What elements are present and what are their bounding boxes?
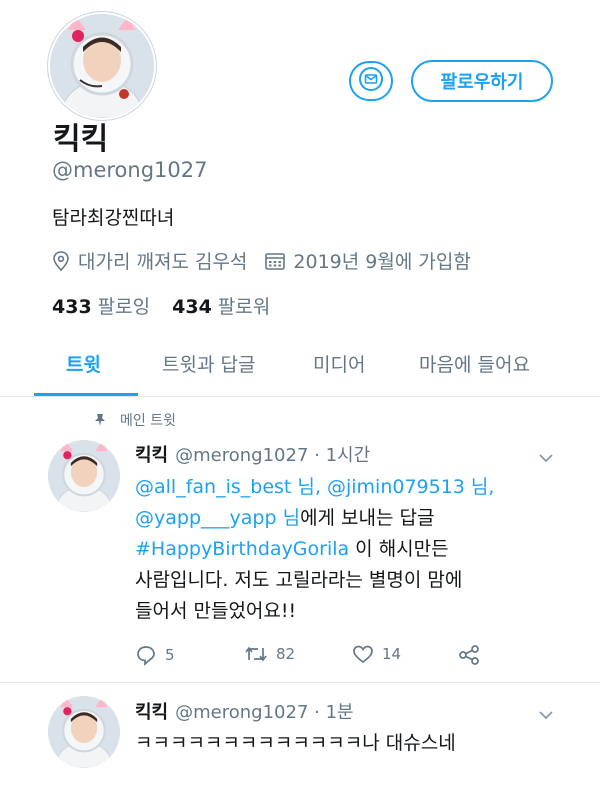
tweet-actions: 5 82 14 <box>135 644 495 670</box>
reply-to-line-2: @yapp___yapp 님에게 보내는 답글 <box>135 503 555 534</box>
mention-link[interactable]: @yapp___yapp <box>135 507 277 529</box>
tweet-time: · 1분 <box>314 702 354 723</box>
share-button[interactable] <box>458 644 480 666</box>
profile-name: 킥킥 <box>53 122 109 157</box>
like-count: 14 <box>382 645 402 663</box>
tweet-author-name: 킥킥 <box>135 702 169 723</box>
chevron-down-icon[interactable] <box>538 448 554 467</box>
tweet-time: · 1시간 <box>314 445 371 466</box>
followers-count: 434 <box>172 296 212 318</box>
tweet-author-handle: @merong1027 <box>175 445 309 466</box>
following-label: 팔로잉 <box>97 296 151 318</box>
profile-joined: 2019년 9월에 가입함 <box>293 251 471 273</box>
chevron-down-icon[interactable] <box>538 705 554 724</box>
tab-media[interactable]: 미디어 <box>313 350 365 377</box>
message-button[interactable] <box>349 61 393 101</box>
profile-bio: 탐라최강찐따녀 <box>52 207 175 229</box>
tweet-header: 킥킥 @merong1027 · 1분 <box>135 698 354 724</box>
cropped-header-strip <box>55 0 325 7</box>
following-link[interactable]: 433 팔로잉 <box>52 292 150 319</box>
tweet-text-line-1: #HappyBirthdayGorila 이 해시만든 <box>135 534 555 565</box>
mention-sep: 님, <box>464 476 495 498</box>
mention-sep: 님 <box>276 507 301 529</box>
profile-avatar[interactable] <box>48 12 156 120</box>
tweet-header: 킥킥 @merong1027 · 1시간 <box>135 441 370 467</box>
follow-counts: 433 팔로잉 434 팔로워 <box>52 292 270 319</box>
tweet-text-line-2: 사람입니다. 저도 고릴라라는 별명이 맘에 <box>135 569 463 591</box>
following-count: 433 <box>52 296 92 318</box>
profile-tabs: 트윗 트윗과 답글 미디어 마음에 들어요 <box>0 342 600 397</box>
location-pin-icon <box>52 250 70 271</box>
retweet-icon <box>244 644 268 664</box>
reply-icon <box>135 644 157 666</box>
reply-button[interactable]: 5 <box>135 644 175 666</box>
reply-count: 5 <box>165 646 175 664</box>
tweet-text: 이 해시만든 <box>349 538 449 560</box>
mail-icon <box>358 66 384 96</box>
tweet-text-line-3: 들어서 만들었어요!! <box>135 600 297 622</box>
like-button[interactable]: 14 <box>352 644 401 664</box>
followers-link[interactable]: 434 팔로워 <box>172 292 270 319</box>
tweet-avatar[interactable] <box>48 440 120 512</box>
tab-likes[interactable]: 마음에 들어요 <box>419 350 530 377</box>
tweet-text: ㅋㅋㅋㅋㅋㅋㅋㅋㅋㅋㅋㅋㅋ나 대슈스네 <box>135 732 456 754</box>
profile-location: 대가리 깨져도 김우석 <box>78 251 248 273</box>
follow-button[interactable]: 팔로우하기 <box>411 60 553 102</box>
active-tab-indicator <box>34 393 138 396</box>
mention-link[interactable]: @all_fan_is_best <box>135 476 291 498</box>
tweet-body: @all_fan_is_best 님, @jimin079513 님, @yap… <box>135 472 555 627</box>
hashtag-link[interactable]: #HappyBirthdayGorila <box>135 538 349 560</box>
share-icon <box>458 644 480 666</box>
followers-label: 팔로워 <box>217 296 271 318</box>
like-icon <box>352 644 374 664</box>
tweet-author-name: 킥킥 <box>135 445 169 466</box>
retweet-count: 82 <box>276 645 296 663</box>
mention-sep: 님, <box>291 476 327 498</box>
tab-tweets-and-replies[interactable]: 트윗과 답글 <box>162 350 255 377</box>
calendar-icon <box>265 252 286 270</box>
tweet-avatar[interactable] <box>48 696 120 768</box>
tweet-author-handle: @merong1027 <box>175 702 309 723</box>
tweet-pinned[interactable]: 킥킥 @merong1027 · 1시간 @all_fan_is_best 님, … <box>0 400 600 682</box>
tab-tweets[interactable]: 트윗 <box>66 350 101 377</box>
reply-suffix: 에게 보내는 답글 <box>300 507 435 529</box>
retweet-button[interactable]: 82 <box>244 644 295 664</box>
tweet[interactable]: 킥킥 @merong1027 · 1분 ㅋㅋㅋㅋㅋㅋㅋㅋㅋㅋㅋㅋㅋ나 대슈스네 <box>0 683 600 785</box>
reply-to-line-1: @all_fan_is_best 님, @jimin079513 님, <box>135 472 555 503</box>
profile-meta: 대가리 깨져도 김우석 2019년 9월에 가입함 <box>52 247 471 274</box>
profile-handle: @merong1027 <box>52 158 208 182</box>
mention-link[interactable]: @jimin079513 <box>327 476 465 498</box>
